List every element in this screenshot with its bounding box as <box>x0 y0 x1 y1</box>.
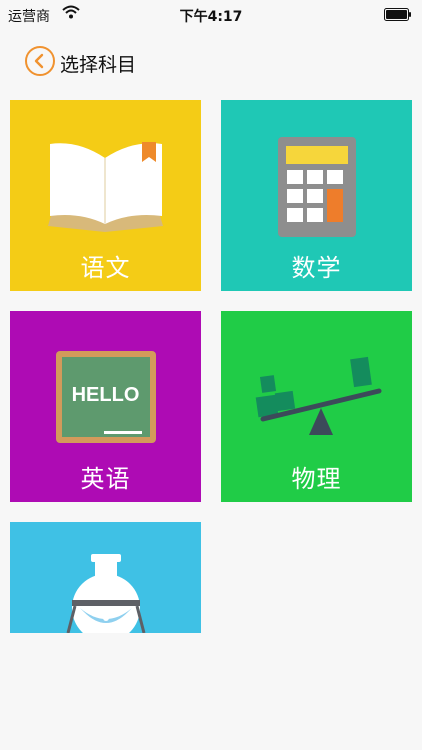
chevron-left-icon <box>34 53 44 69</box>
subject-tile-math[interactable]: 数学 <box>221 100 412 291</box>
chalkboard-text: HELLO <box>71 384 140 406</box>
flask-icon <box>66 554 146 633</box>
subject-label: 语文 <box>80 254 131 282</box>
subject-tile-physics[interactable]: 物理 <box>221 311 412 502</box>
subject-label: 英语 <box>80 465 131 493</box>
back-button[interactable] <box>25 46 55 76</box>
battery-icon <box>384 8 411 21</box>
subject-label: 物理 <box>291 465 342 493</box>
page-title: 选择科目 <box>60 54 137 76</box>
status-time: 下午4:17 <box>179 9 243 25</box>
nav-bar: 选择科目 <box>0 30 422 90</box>
subject-tile-english[interactable]: HELLO 英语 <box>10 311 201 502</box>
subject-tile-chemistry[interactable] <box>10 522 201 633</box>
subject-tile-chinese[interactable]: 语文 <box>10 100 201 291</box>
subject-label: 数学 <box>291 254 342 282</box>
status-bar: 运营商 下午4:17 <box>0 0 422 30</box>
